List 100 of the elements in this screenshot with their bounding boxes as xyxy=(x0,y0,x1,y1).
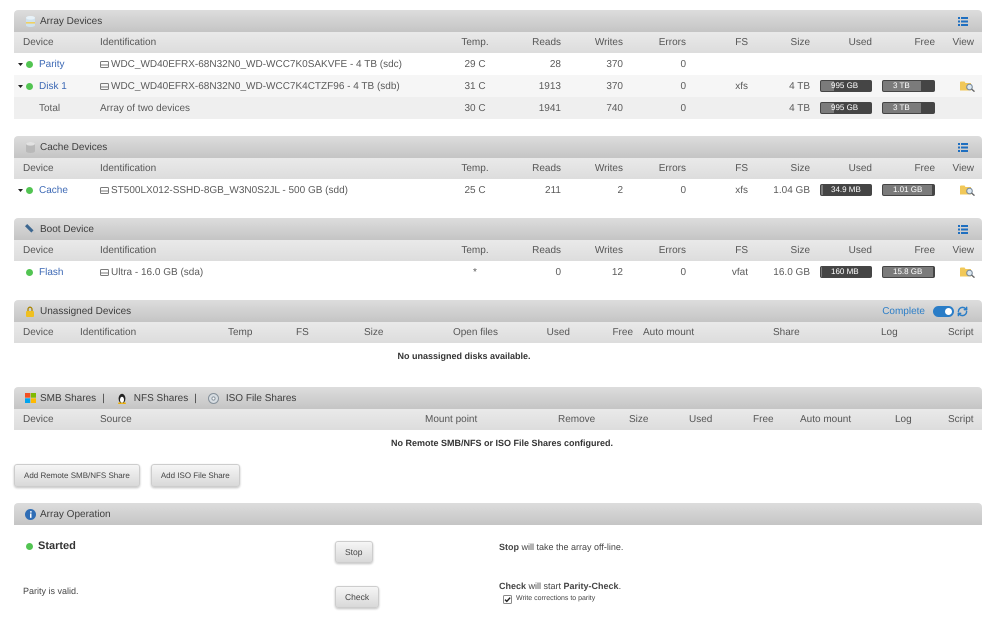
disc-icon xyxy=(208,392,220,404)
table-cell-text: 28 xyxy=(550,58,561,72)
caret-icon[interactable] xyxy=(18,84,23,88)
usb-stick-icon xyxy=(24,224,36,234)
column-header: Auto mount xyxy=(800,413,852,427)
table-cell-text: 16.0 GB xyxy=(773,266,810,280)
table-cell-text: 0 xyxy=(680,266,686,280)
usage-text: 15.8 GB xyxy=(893,268,922,276)
table-cell-text: 31 C xyxy=(464,80,486,94)
list-icon[interactable] xyxy=(958,224,968,234)
usage-text: 995 GB xyxy=(831,104,858,112)
device-link[interactable]: Cache xyxy=(39,182,68,198)
list-icon[interactable] xyxy=(958,16,968,26)
column-header: Log xyxy=(895,413,912,427)
toggle-switch[interactable] xyxy=(933,306,954,316)
identification-text: ST500LX012-SSHD-8GB_W3N0S2JL - 500 GB (sdd) xyxy=(111,184,348,198)
table-cell-text: 0 xyxy=(555,266,561,280)
usage-text: 1.01 GB xyxy=(893,186,922,194)
column-header: Remove xyxy=(558,413,596,427)
column-header: FS xyxy=(296,326,309,340)
table-cell-text: 1.04 GB xyxy=(773,184,810,198)
panel-title: Cache Devices xyxy=(40,140,108,154)
caret-icon[interactable] xyxy=(18,188,23,192)
list-icon[interactable] xyxy=(958,142,968,152)
table-cell-text: xfs xyxy=(735,80,748,94)
action-button[interactable]: Stop xyxy=(335,541,372,564)
column-header: FS xyxy=(735,162,748,176)
column-header: Size xyxy=(364,326,384,340)
table-cell-text: 4 TB xyxy=(789,102,810,116)
column-header: Used xyxy=(848,244,872,258)
panel-title: Array Devices xyxy=(40,14,102,28)
table-cell-text: vfat xyxy=(732,266,748,280)
column-header: Mount point xyxy=(425,413,478,427)
table-cell-text: 12 xyxy=(612,266,623,280)
device-link[interactable]: Parity xyxy=(39,56,65,72)
table-cell-text: 370 xyxy=(606,58,623,72)
column-header: Writes xyxy=(594,244,623,258)
device-link[interactable]: Flash xyxy=(39,264,64,280)
column-header: Reads xyxy=(532,244,561,258)
table-cell-text: 0 xyxy=(680,58,686,72)
column-header: Free xyxy=(914,36,935,50)
column-header: Script xyxy=(948,326,974,340)
column-header: Identification xyxy=(80,326,136,340)
toggle-label: Complete xyxy=(882,304,925,318)
title-separator: | xyxy=(194,392,197,406)
panel-title: Array Operation xyxy=(40,508,111,522)
column-header: Temp. xyxy=(461,244,489,258)
column-header: Size xyxy=(629,413,648,427)
column-header: Writes xyxy=(594,36,623,50)
usage-text: 995 GB xyxy=(831,82,858,90)
folder-search-icon[interactable] xyxy=(960,266,975,278)
device-link[interactable]: Disk 1 xyxy=(39,78,67,94)
table-cell-text: 1941 xyxy=(538,102,561,116)
column-header: Used xyxy=(848,162,872,176)
add-share-button[interactable]: Add ISO File Share xyxy=(150,464,240,487)
total-label: Total xyxy=(39,102,60,116)
column-header: Size xyxy=(790,162,810,176)
table-cell-text: 25 C xyxy=(464,184,486,198)
table-cell-text: 0 xyxy=(680,80,686,94)
column-header: Device xyxy=(23,413,54,427)
table-cell-text: xfs xyxy=(735,184,748,198)
empty-message: No unassigned disks available. xyxy=(397,350,531,364)
column-header: Free xyxy=(914,244,935,258)
column-header: Size xyxy=(790,36,810,50)
info-icon xyxy=(24,508,36,520)
column-header: FS xyxy=(735,244,748,258)
table-cell-text: 370 xyxy=(606,80,623,94)
add-share-button[interactable]: Add Remote SMB/NFS Share xyxy=(14,464,140,487)
column-header: FS xyxy=(735,36,748,50)
column-header: Log xyxy=(881,326,898,340)
drive-icon xyxy=(100,268,109,276)
column-header: Writes xyxy=(594,162,623,176)
column-header: Free xyxy=(612,326,633,340)
column-header: Device xyxy=(23,36,54,50)
column-header: Free xyxy=(914,162,935,176)
column-header: Temp. xyxy=(461,36,489,50)
drive-icon xyxy=(100,186,109,194)
folder-search-icon[interactable] xyxy=(960,80,975,92)
table-cell-text: 0 xyxy=(680,102,686,116)
column-header: Identification xyxy=(100,162,156,176)
column-header: Device xyxy=(23,162,54,176)
caret-icon[interactable] xyxy=(18,62,23,66)
usage-text: 3 TB xyxy=(893,104,910,112)
column-header: Errors xyxy=(658,36,686,50)
action-description: Stop will take the array off-line. xyxy=(499,541,624,554)
column-header: Used xyxy=(689,413,712,427)
refresh-icon[interactable] xyxy=(957,306,968,316)
column-header: Used xyxy=(546,326,570,340)
usage-text: 160 MB xyxy=(831,268,859,276)
folder-search-icon[interactable] xyxy=(960,184,975,196)
column-header: View xyxy=(952,162,974,176)
column-header: Device xyxy=(23,326,54,340)
action-button[interactable]: Check xyxy=(335,586,380,608)
checkbox[interactable] xyxy=(503,594,512,604)
usage-text: 3 TB xyxy=(893,82,910,90)
column-header: Reads xyxy=(532,36,561,50)
identification-text: WDC_WD40EFRX-68N32N0_WD-WCC7K0SAKVFE - 4 TB (sdc) xyxy=(111,58,402,72)
column-header: Temp xyxy=(228,326,252,340)
column-header: Device xyxy=(23,244,54,258)
column-header: Errors xyxy=(658,244,686,258)
